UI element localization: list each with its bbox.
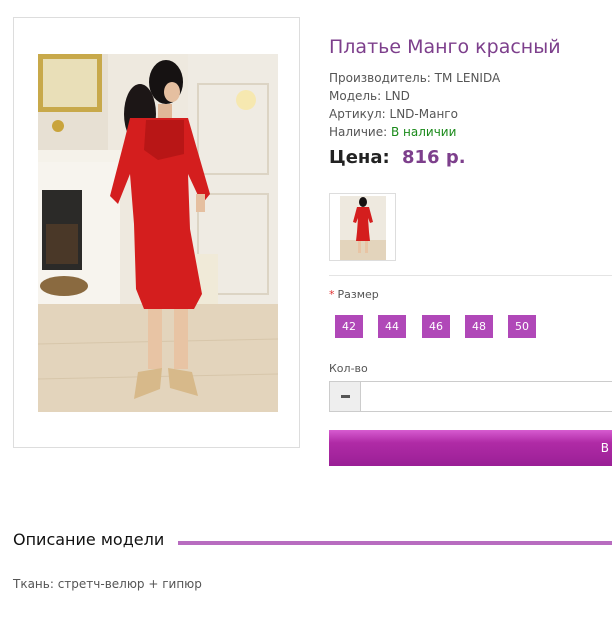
- sku-row: Артикул: LND-Манго: [329, 105, 500, 123]
- product-specs: Производитель: TM LENIDA Модель: LND Арт…: [329, 69, 500, 141]
- manufacturer-value[interactable]: TM LENIDA: [435, 71, 501, 85]
- manufacturer-row: Производитель: TM LENIDA: [329, 69, 500, 87]
- description-heading-line: [178, 541, 612, 545]
- quantity-stepper: [329, 381, 612, 412]
- quantity-label: Кол-во: [329, 362, 368, 375]
- quantity-input[interactable]: [362, 382, 612, 411]
- availability-status: В наличии: [391, 125, 457, 139]
- main-product-photo[interactable]: [38, 54, 278, 412]
- price-label: Цена:: [329, 147, 390, 168]
- model-row: Модель: LND: [329, 87, 500, 105]
- sku-label: Артикул:: [329, 107, 386, 121]
- size-option-44[interactable]: 44: [378, 315, 406, 338]
- price-value: 816 р.: [401, 147, 466, 168]
- availability-label: Наличие:: [329, 125, 388, 139]
- size-label: * Размер: [329, 288, 379, 301]
- price-block: Цена: 816 р.: [329, 147, 466, 168]
- description-text: Ткань: стретч-велюр + гипюр: [13, 577, 202, 591]
- size-option-50[interactable]: 50: [508, 315, 536, 338]
- size-label-text: Размер: [337, 288, 379, 301]
- size-option-46[interactable]: 46: [422, 315, 450, 338]
- model-label: Модель:: [329, 89, 382, 103]
- product-thumbnail[interactable]: [329, 193, 396, 261]
- thumbnail-photo: [340, 196, 386, 260]
- size-option-48[interactable]: 48: [465, 315, 493, 338]
- description-heading: Описание модели: [13, 530, 171, 549]
- buy-button[interactable]: В: [329, 430, 612, 466]
- required-mark: *: [329, 288, 335, 301]
- availability-row: Наличие: В наличии: [329, 123, 500, 141]
- manufacturer-label: Производитель:: [329, 71, 431, 85]
- minus-icon[interactable]: [330, 382, 361, 411]
- main-product-image-frame[interactable]: [13, 17, 300, 448]
- product-title: Платье Манго красный: [329, 36, 561, 58]
- size-option-42[interactable]: 42: [335, 315, 363, 338]
- options-divider: [329, 275, 612, 276]
- sku-value: LND-Манго: [389, 107, 458, 121]
- model-value: LND: [385, 89, 410, 103]
